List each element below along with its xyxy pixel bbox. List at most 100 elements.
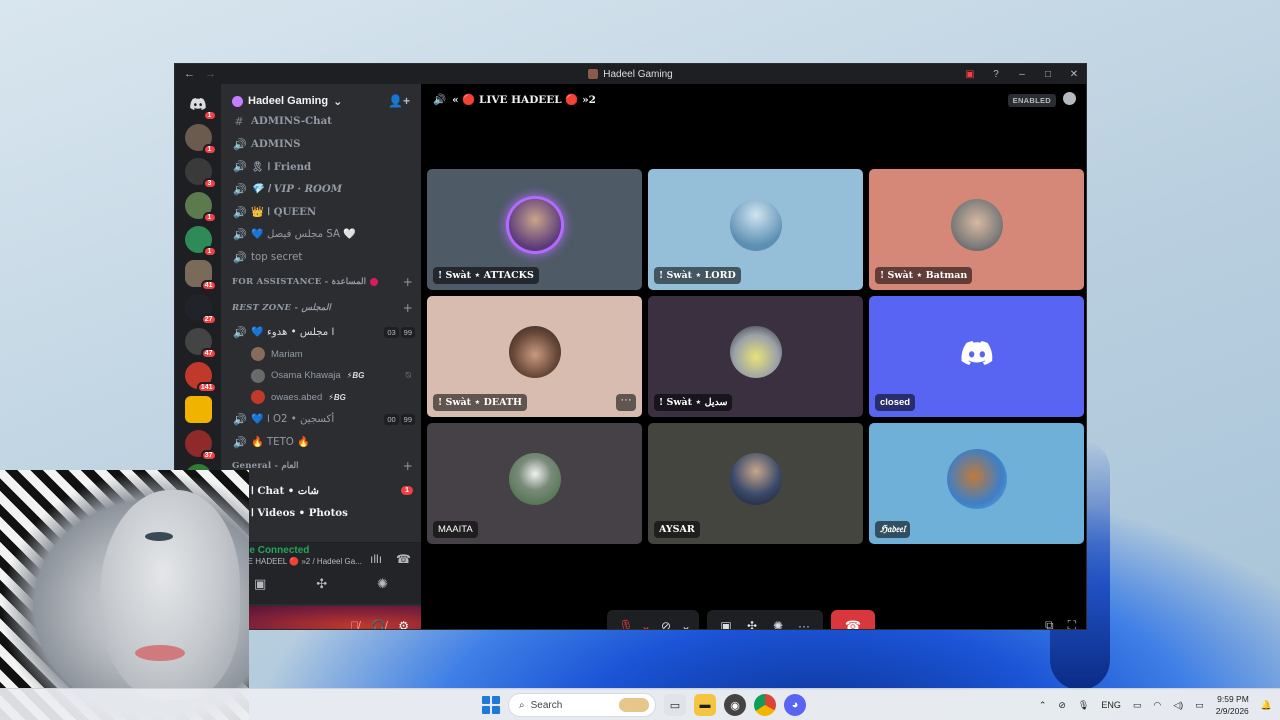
voice-member[interactable]: owaes.abed ⚡BG bbox=[221, 387, 421, 409]
channel-admins-chat[interactable]: # ADMINS-Chat bbox=[221, 110, 421, 133]
add-channel-icon[interactable]: + bbox=[403, 459, 413, 473]
avatar bbox=[251, 347, 265, 362]
minimize-icon[interactable]: – bbox=[1016, 69, 1028, 80]
participant-tile[interactable]: ! Swàt ⋆ ATTACKS bbox=[427, 169, 642, 290]
channel-vip-room[interactable]: 🔊 💎 ا VIP · ROOM bbox=[221, 178, 421, 201]
participant-tile[interactable]: MAAITA bbox=[427, 423, 642, 544]
server-icon[interactable]: 37 bbox=[184, 430, 217, 461]
server-badge: 1 bbox=[202, 144, 217, 155]
direct-messages-button[interactable]: 1 bbox=[184, 90, 217, 121]
discord-logo-icon bbox=[960, 340, 992, 365]
more-options-icon[interactable]: ··· bbox=[793, 615, 815, 629]
task-view-icon[interactable]: ▭ bbox=[664, 694, 686, 716]
activities-icon[interactable]: ✣ bbox=[741, 615, 763, 629]
search-highlight-icon bbox=[619, 698, 649, 712]
maximize-icon[interactable]: □ bbox=[1042, 69, 1054, 80]
wifi-icon[interactable]: ◠ bbox=[1153, 700, 1161, 711]
soundboard-icon[interactable]: ✺ bbox=[377, 576, 388, 592]
participant-tile[interactable]: AYSAR bbox=[648, 423, 863, 544]
server-icon[interactable]: 1 bbox=[184, 192, 217, 223]
pop-out-icon[interactable]: ⧉ bbox=[1045, 618, 1054, 629]
network-off-icon[interactable]: ⊘ bbox=[1058, 700, 1066, 711]
disconnect-button[interactable]: ☎ bbox=[831, 610, 875, 629]
battery-icon[interactable]: ▭ bbox=[1195, 700, 1204, 711]
channel-chat[interactable]: 💬 ا Chat • شات 1 bbox=[221, 479, 421, 502]
server-icon[interactable]: 1 bbox=[184, 124, 217, 155]
taskbar-search[interactable]: ⌕ Search bbox=[508, 693, 656, 717]
mic-muted-icon[interactable]: 🎙̸ bbox=[350, 619, 359, 629]
avatar bbox=[950, 198, 1003, 251]
channel-name: 💎 ا VIP · ROOM bbox=[251, 183, 343, 196]
windows-start-icon[interactable] bbox=[482, 696, 500, 714]
fullscreen-icon[interactable]: ⛶ bbox=[1068, 618, 1076, 629]
channel-o2[interactable]: 🔊 💙 ا O2 • أكسجين 00 99 bbox=[221, 408, 421, 431]
chevron-up-icon[interactable]: ⌃ bbox=[1039, 700, 1047, 711]
participant-tile[interactable]: ! Swàt ⋆ DEATH ··· bbox=[427, 296, 642, 417]
notification-bell-icon[interactable]: 🔔 bbox=[1261, 700, 1272, 711]
chrome-icon[interactable] bbox=[754, 694, 776, 716]
channel-friend[interactable]: 🔊 🎗 ا Friend bbox=[221, 155, 421, 178]
channel-admins[interactable]: 🔊 ADMINS bbox=[221, 133, 421, 156]
server-icon[interactable]: 3 bbox=[184, 158, 217, 189]
close-icon[interactable]: ✕ bbox=[1068, 69, 1080, 80]
server-icon[interactable]: 27 bbox=[184, 294, 217, 325]
category-assistance[interactable]: FOR ASSISTANCE - المساعدة + bbox=[221, 269, 421, 295]
disconnect-icon[interactable]: ☎ bbox=[396, 552, 411, 566]
red-dot-icon bbox=[370, 277, 379, 286]
file-explorer-icon[interactable]: ▬ bbox=[694, 694, 716, 716]
window-controls: ▣ ? – □ ✕ bbox=[964, 64, 1080, 84]
mic-muted-icon[interactable]: 🎙 bbox=[615, 615, 637, 629]
channel-videos-photos[interactable]: ▇ا Videos • Photos bbox=[221, 502, 421, 525]
enabled-badge: ENABLED bbox=[1007, 94, 1056, 107]
voice-member[interactable]: Osama Khawaja ⚡BG ⍉ bbox=[221, 365, 421, 387]
speaker-icon: 🔊 bbox=[233, 205, 247, 219]
invite-people-icon[interactable]: 👤+ bbox=[388, 94, 410, 108]
category-general[interactable]: General - العام + bbox=[221, 453, 421, 479]
settings-gear-icon[interactable]: ⚙ bbox=[398, 619, 409, 629]
help-icon[interactable]: ? bbox=[990, 69, 1002, 80]
chat-icon[interactable] bbox=[1063, 92, 1076, 105]
display-icon[interactable]: ▭ bbox=[1133, 700, 1142, 711]
noise-suppression-icon[interactable]: ıllı bbox=[370, 552, 382, 566]
server-icon[interactable]: 141 bbox=[184, 362, 217, 393]
channel-rest-majlis[interactable]: 🔊 💙 ا مجلس • هدوء 03 99 bbox=[221, 321, 421, 344]
app-icon[interactable]: ◉ bbox=[724, 694, 746, 716]
server-badge: 1 bbox=[202, 246, 217, 257]
voice-activity-row: ▣ ✣ ✺ bbox=[229, 576, 413, 592]
camera-off-icon[interactable]: ⊘ bbox=[655, 615, 677, 629]
discord-taskbar-icon[interactable]: ◕ bbox=[784, 694, 806, 716]
headphones-muted-icon[interactable]: 🎧̸ bbox=[371, 619, 386, 629]
language-indicator[interactable]: ENG bbox=[1101, 700, 1121, 710]
voice-member[interactable]: Mariam bbox=[221, 344, 421, 366]
server-icon[interactable] bbox=[184, 396, 212, 423]
participant-tile[interactable]: ! Swàt ⋆ LORD bbox=[648, 169, 863, 290]
channel-queen[interactable]: 🔊 👑 ا QUEEN bbox=[221, 201, 421, 224]
screen-share-icon[interactable]: ▣ bbox=[254, 576, 266, 592]
server-icon-active[interactable]: 41 bbox=[184, 260, 217, 291]
server-icon[interactable]: 1 bbox=[184, 226, 217, 257]
participant-tile[interactable]: ! Swàt ⋆ Batman bbox=[869, 169, 1084, 290]
chevron-down-icon[interactable]: ⌄ bbox=[641, 615, 651, 629]
clock[interactable]: 9:59 PM 2/9/2026 bbox=[1216, 693, 1249, 717]
participant-tile[interactable]: ℌ𝔞𝔡𝔢𝔢𝔩 bbox=[869, 423, 1084, 544]
inbox-icon[interactable]: ▣ bbox=[964, 69, 976, 80]
screen-share-icon[interactable]: ▣ bbox=[715, 615, 737, 629]
category-rest-zone[interactable]: REST ZONE - المجلس + bbox=[221, 295, 421, 321]
soundboard-icon[interactable]: ✺ bbox=[767, 615, 789, 629]
volume-icon[interactable]: ◁) bbox=[1173, 700, 1183, 711]
avatar bbox=[729, 452, 782, 505]
channel-top-secret[interactable]: 🔊 top secret bbox=[221, 246, 421, 269]
participant-tile[interactable]: closed bbox=[869, 296, 1084, 417]
microphone-icon[interactable]: 🎙 bbox=[1078, 700, 1089, 711]
activities-icon[interactable]: ✣ bbox=[316, 576, 327, 592]
speaker-icon: 🔊 bbox=[233, 182, 247, 196]
more-options-icon[interactable]: ··· bbox=[616, 394, 636, 411]
server-icon[interactable]: 47 bbox=[184, 328, 217, 359]
add-channel-icon[interactable]: + bbox=[403, 301, 413, 315]
participant-tile[interactable]: ! Swàt ⋆ سديل bbox=[648, 296, 863, 417]
add-channel-icon[interactable]: + bbox=[403, 275, 413, 289]
chevron-down-icon[interactable]: ⌄ bbox=[681, 615, 691, 629]
channel-teto[interactable]: 🔊 🔥 TETO 🔥 bbox=[221, 431, 421, 454]
participant-name: ! Swàt ⋆ DEATH bbox=[433, 394, 527, 411]
channel-majlis-faisal[interactable]: 🔊 💙 مجلس فيصل SA 🤍 bbox=[221, 223, 421, 246]
